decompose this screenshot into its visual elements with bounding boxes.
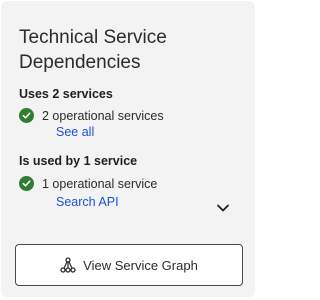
search-api-link[interactable]: Search API — [56, 195, 119, 209]
uses-heading: Uses 2 services — [19, 87, 113, 101]
used-by-status-row: 1 operational service — [19, 176, 157, 191]
check-circle-icon — [19, 176, 34, 191]
card-title: Technical Service Dependencies — [19, 27, 167, 73]
check-circle-icon — [19, 108, 34, 123]
view-service-graph-button[interactable]: View Service Graph — [15, 244, 243, 286]
service-graph-icon — [60, 257, 76, 273]
used-by-heading: Is used by 1 service — [19, 154, 138, 168]
used-by-status-text: 1 operational service — [42, 176, 158, 191]
view-service-graph-label: View Service Graph — [83, 257, 198, 273]
chevron-down-icon[interactable] — [216, 200, 230, 212]
uses-status-row: 2 operational services — [19, 108, 164, 123]
uses-status-text: 2 operational services — [42, 108, 164, 123]
see-all-link[interactable]: See all — [56, 125, 94, 139]
